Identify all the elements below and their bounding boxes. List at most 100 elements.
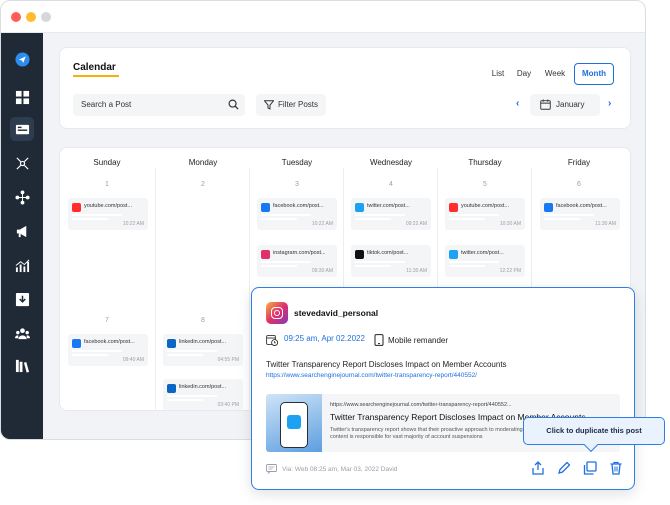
post-card-label: twitter.com/post... xyxy=(367,203,410,209)
post-card[interactable]: linkedin.com/post... 04:55 PM xyxy=(163,334,243,366)
linkedin-icon xyxy=(167,384,176,393)
youtube-icon xyxy=(72,203,81,212)
page-title: Calendar xyxy=(73,62,116,73)
day-header-wednesday: Wednesday xyxy=(369,158,413,167)
filter-posts-button[interactable]: Filter Posts xyxy=(256,94,326,116)
calendar-header-panel: Calendar Search a Post Filter Posts List… xyxy=(59,47,631,129)
day-header-monday: Monday xyxy=(188,158,218,167)
date-label: 3 xyxy=(295,181,299,188)
search-icon xyxy=(228,99,239,110)
post-card-time: 03:40 PM xyxy=(217,402,239,408)
search-placeholder: Search a Post xyxy=(81,100,132,109)
post-card-time: 09:40 AM xyxy=(122,357,144,363)
post-card-label: youtube.com/post... xyxy=(461,203,509,209)
duplicate-button[interactable] xyxy=(583,461,597,475)
day-header-tuesday: Tuesday xyxy=(281,158,313,167)
day-header-thursday: Thursday xyxy=(468,158,502,167)
filter-icon xyxy=(264,100,274,110)
post-card[interactable]: twitter.com/post... 09:22 AM xyxy=(351,198,431,230)
post-card[interactable]: facebook.com/post... 11:30 AM xyxy=(540,198,620,230)
twitter-icon xyxy=(287,415,301,429)
library-books-icon[interactable] xyxy=(10,353,34,377)
post-card-time: 04:55 PM xyxy=(217,357,239,363)
team-users-icon[interactable] xyxy=(10,321,34,345)
delete-button[interactable] xyxy=(609,461,623,475)
calendar-posts-icon[interactable] xyxy=(10,117,34,141)
filter-posts-label: Filter Posts xyxy=(278,100,319,109)
post-card[interactable]: tiktok.com/post... 11:30 AM xyxy=(351,245,431,277)
megaphone-icon[interactable] xyxy=(10,219,34,243)
maximize-window-button[interactable] xyxy=(41,12,51,22)
post-card-time: 10:30 AM xyxy=(499,221,521,227)
download-icon[interactable] xyxy=(10,287,34,311)
next-month-button[interactable]: › xyxy=(608,98,611,109)
month-label: January xyxy=(556,100,585,109)
month-navigator: ‹ January › xyxy=(516,94,626,116)
post-card[interactable]: linkedin.com/post... 03:40 PM xyxy=(163,379,243,410)
connections-icon[interactable] xyxy=(10,185,34,209)
post-card-time: 10:22 AM xyxy=(122,221,144,227)
post-card-label: linkedin.com/post... xyxy=(179,384,227,390)
calendar-icon xyxy=(540,99,551,110)
post-card-label: facebook.com/post... xyxy=(273,203,324,209)
month-selector[interactable]: January xyxy=(530,94,600,116)
post-card[interactable]: facebook.com/post... 09:40 AM xyxy=(68,334,148,366)
date-label: 5 xyxy=(483,181,487,188)
calendar-clock-icon xyxy=(266,335,278,346)
date-label: 1 xyxy=(105,181,109,188)
minimize-window-button[interactable] xyxy=(26,12,36,22)
post-card-time: 09:30 AM xyxy=(311,268,333,274)
view-switcher: List Day Week Month xyxy=(486,63,626,85)
post-card[interactable]: instagram.com/post... 09:30 AM xyxy=(257,245,337,277)
facebook-icon xyxy=(544,203,553,212)
network-nodes-icon[interactable] xyxy=(10,151,34,175)
instagram-icon xyxy=(261,250,270,259)
comment-icon xyxy=(266,464,277,474)
facebook-icon xyxy=(261,203,270,212)
mobile-phone-icon xyxy=(374,334,384,346)
post-link[interactable]: https://www.searchenginejournal.com/twit… xyxy=(266,372,477,379)
preview-thumbnail xyxy=(266,394,322,452)
paper-plane-icon[interactable] xyxy=(10,47,34,71)
trash-icon xyxy=(610,461,622,475)
twitter-icon xyxy=(355,203,364,212)
title-underline xyxy=(73,75,119,77)
post-card-time: 10:22 AM xyxy=(311,221,333,227)
twitter-icon xyxy=(449,250,458,259)
facebook-icon xyxy=(72,339,81,348)
search-input[interactable]: Search a Post xyxy=(73,94,245,116)
post-card[interactable]: youtube.com/post... 10:22 AM xyxy=(68,198,148,230)
previous-month-button[interactable]: ‹ xyxy=(516,98,519,109)
scheduled-time-text: 09:25 am, Apr 02.2022 xyxy=(284,334,365,343)
date-label: 2 xyxy=(201,181,205,188)
youtube-icon xyxy=(449,203,458,212)
analytics-bars-icon[interactable] xyxy=(10,253,34,277)
share-button[interactable] xyxy=(531,461,545,475)
post-card-label: twitter.com/post... xyxy=(461,250,504,256)
date-label: 7 xyxy=(105,317,109,324)
date-label: 8 xyxy=(201,317,205,324)
view-month-button[interactable]: Month xyxy=(574,63,614,85)
post-meta-footer: Via: Web 08:25 am, Mar 03, 2022 David xyxy=(266,464,397,474)
view-list-button[interactable]: List xyxy=(486,63,510,85)
close-window-button[interactable] xyxy=(11,12,21,22)
view-day-button[interactable]: Day xyxy=(512,63,536,85)
duplicate-tooltip: Click to duplicate this post xyxy=(523,417,665,445)
post-card-time: 09:22 AM xyxy=(405,221,427,227)
date-label: 6 xyxy=(577,181,581,188)
post-card[interactable]: facebook.com/post... 10:22 AM xyxy=(257,198,337,230)
post-card-label: youtube.com/post... xyxy=(84,203,132,209)
post-card[interactable]: twitter.com/post... 12:22 PM xyxy=(445,245,525,277)
post-card-label: tiktok.com/post... xyxy=(367,250,409,256)
post-card-label: instagram.com/post... xyxy=(273,250,326,256)
edit-button[interactable] xyxy=(557,461,571,475)
post-card-time: 11:30 AM xyxy=(406,268,427,274)
share-icon xyxy=(532,461,544,475)
post-detail-popup: stevedavid_personal 09:25 am, Apr 02.202… xyxy=(251,287,635,490)
post-card[interactable]: youtube.com/post... 10:30 AM xyxy=(445,198,525,230)
date-label: 4 xyxy=(389,181,393,188)
day-header-sunday: Sunday xyxy=(93,158,121,167)
view-week-button[interactable]: Week xyxy=(540,63,570,85)
mobile-reminder: Mobile remander xyxy=(374,334,448,346)
dashboard-grid-icon[interactable] xyxy=(10,85,34,109)
